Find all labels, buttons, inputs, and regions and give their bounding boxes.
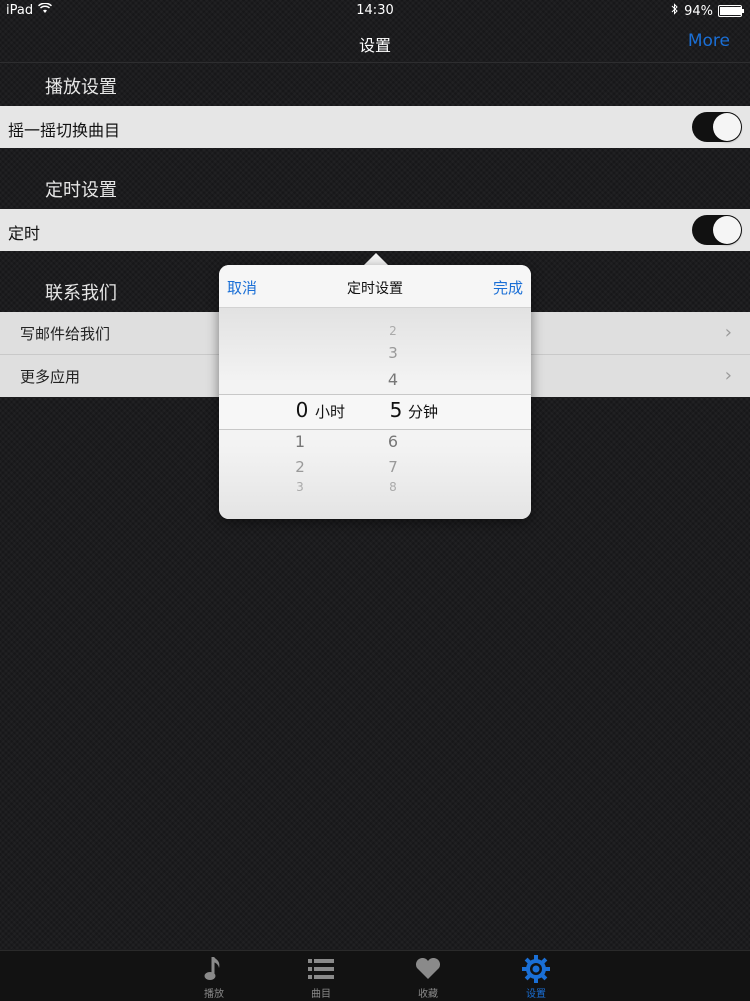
tab-label: 设置: [526, 989, 546, 1000]
battery-percent: 94%: [684, 3, 713, 19]
shake-to-switch-row: 摇一摇切换曲目: [0, 106, 750, 148]
tab-bar: 播放 曲目 收藏 设置: [0, 950, 750, 1001]
navigation-bar: 设置 More: [0, 22, 750, 63]
bluetooth-icon: [671, 3, 679, 19]
chevron-right-icon: ›: [724, 365, 732, 386]
status-right: 94%: [671, 3, 744, 19]
hour-option[interactable]: 2: [285, 458, 315, 476]
timer-toggle[interactable]: [692, 215, 742, 245]
toggle-knob: [713, 113, 741, 141]
toggle-knob: [713, 216, 741, 244]
popover-header: 取消 定时设置 完成: [219, 265, 531, 308]
minute-option[interactable]: 6: [378, 432, 408, 451]
tab-label: 曲目: [311, 989, 331, 1000]
hour-option[interactable]: 1: [285, 432, 315, 451]
done-button[interactable]: 完成: [493, 277, 523, 298]
tab-settings[interactable]: 设置: [506, 953, 566, 1000]
popover-arrow: [364, 253, 388, 265]
more-button[interactable]: More: [688, 31, 730, 51]
time-picker[interactable]: 2 3 4 0 小时 5 分钟 1 2 3 6 7 8: [219, 308, 531, 519]
hour-selected[interactable]: 0: [287, 398, 317, 422]
minute-selected[interactable]: 5: [381, 398, 411, 422]
battery-icon: [718, 5, 744, 17]
status-bar: iPad 14:30 94%: [0, 0, 750, 22]
tab-label: 收藏: [418, 989, 438, 1000]
picker-selection-band: [219, 394, 531, 430]
tab-tracks[interactable]: 曲目: [291, 953, 351, 1000]
hour-option[interactable]: 3: [285, 480, 315, 494]
email-us-label: 写邮件给我们: [20, 325, 111, 343]
shake-to-switch-toggle[interactable]: [692, 112, 742, 142]
minute-option[interactable]: 4: [378, 370, 408, 389]
tab-favorites[interactable]: 收藏: [398, 953, 458, 1000]
playback-section-header: 播放设置: [45, 77, 117, 98]
status-time: 14:30: [356, 3, 394, 18]
chevron-right-icon: ›: [724, 322, 732, 343]
timer-row: 定时: [0, 209, 750, 251]
tab-label: 播放: [204, 989, 224, 1000]
shake-to-switch-label: 摇一摇切换曲目: [8, 121, 121, 140]
minute-unit-label: 分钟: [408, 403, 439, 421]
minute-option[interactable]: 8: [378, 480, 408, 494]
popover-title: 定时设置: [347, 281, 403, 297]
timer-label: 定时: [8, 224, 41, 243]
minute-option[interactable]: 3: [378, 344, 408, 362]
tab-play[interactable]: 播放: [184, 953, 244, 1000]
minute-option[interactable]: 2: [378, 324, 408, 338]
gear-icon: [506, 953, 566, 985]
contact-section-header: 联系我们: [45, 283, 117, 304]
music-note-icon: [184, 953, 244, 985]
list-icon: [291, 953, 351, 985]
timer-popover: 取消 定时设置 完成 2 3 4 0 小时 5 分钟 1 2 3 6 7 8: [219, 265, 531, 519]
minute-option[interactable]: 7: [378, 458, 408, 476]
page-title: 设置: [358, 36, 391, 55]
hour-unit-label: 小时: [315, 403, 346, 421]
timer-section-header: 定时设置: [45, 180, 117, 201]
heart-icon: [398, 953, 458, 985]
more-apps-label: 更多应用: [20, 368, 81, 386]
battery-fill: [720, 7, 741, 15]
